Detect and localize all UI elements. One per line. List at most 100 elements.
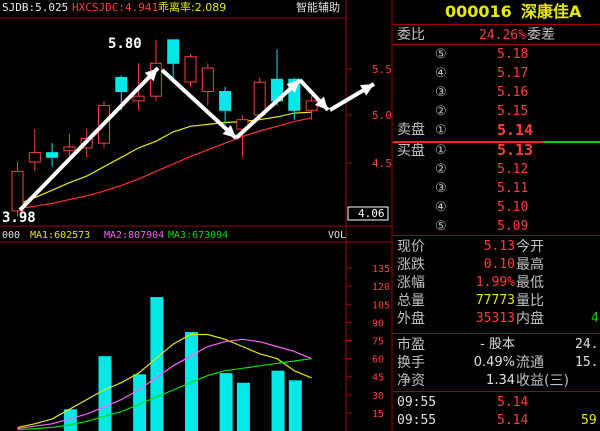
stat-label: 今开 xyxy=(516,239,544,255)
buy-label: 买盘 xyxy=(397,143,425,159)
stat-label: 量比 xyxy=(516,293,544,309)
stat-label: 最低 xyxy=(516,275,544,291)
stat-label: 涨幅 xyxy=(397,275,425,291)
stat-value: 4 xyxy=(591,311,599,326)
vol-tick-label: 135 xyxy=(372,264,390,275)
kline-chart[interactable]: SJDB:5.025 HXCSJDC:4.941 乖离率:2.089 智能辅助 … xyxy=(0,0,393,431)
sell-level: ① xyxy=(435,123,447,138)
stat-label: 最高 xyxy=(516,257,544,273)
candle-up xyxy=(28,152,41,163)
trend-arrows xyxy=(18,66,376,212)
stat-label: 涨跌 xyxy=(397,257,425,273)
price-tick: 5.0 xyxy=(372,109,392,122)
candle-up xyxy=(11,170,24,212)
volume-ma-lines xyxy=(17,333,312,431)
buy-price: 5.11 xyxy=(497,181,529,196)
volume-bar xyxy=(236,382,250,431)
candle-up xyxy=(132,95,145,102)
smart-assist-button[interactable]: 智能辅助 xyxy=(296,0,340,14)
stat-value: 35313 xyxy=(475,311,515,326)
buy-price: 5.09 xyxy=(497,219,529,234)
volume-bar xyxy=(288,380,302,431)
trend-arrow xyxy=(18,66,160,212)
stock-name: 深康佳A xyxy=(521,2,582,21)
vol-tick-label: 120 xyxy=(372,282,390,293)
ma-line xyxy=(17,333,312,428)
vol-title: VOL xyxy=(328,230,346,241)
ind-hxcsjdc: HXCSJDC:4.941 xyxy=(72,1,158,14)
vol-tick-label: 60 xyxy=(372,355,384,366)
vol-tick-label: 15 xyxy=(372,409,384,420)
tick-price: 5.14 xyxy=(497,413,529,428)
candle-up xyxy=(253,81,266,116)
buy-price: 5.10 xyxy=(497,200,529,215)
candle-down xyxy=(115,76,128,93)
ma-line xyxy=(17,117,312,210)
sell-level: ③ xyxy=(435,85,447,100)
candle-down xyxy=(167,39,180,64)
sell-price: 5.16 xyxy=(497,85,529,100)
volume-bar xyxy=(219,373,233,431)
tick-time: 09:55 xyxy=(397,395,437,410)
low-price-label: 3.98 xyxy=(2,210,36,226)
weicha-label: 委差 xyxy=(527,27,555,43)
buy-price: 5.12 xyxy=(497,162,529,177)
sell-price: 5.18 xyxy=(497,47,529,62)
candle-up xyxy=(305,100,318,111)
sell-label: 卖盘 xyxy=(397,122,425,138)
fund-value: 0.49% xyxy=(473,355,515,370)
ind-bias: 乖离率:2.089 xyxy=(158,0,226,14)
fund-value: 24. xyxy=(575,337,599,352)
stat-label: 外盘 xyxy=(397,311,425,327)
candle-up xyxy=(184,56,197,83)
high-price-label: 5.80 xyxy=(108,36,142,52)
price-tick: 5.5 xyxy=(372,63,392,76)
stat-value: 5.13 xyxy=(483,239,515,254)
volume-bars xyxy=(63,297,302,431)
fund-label: 流通 xyxy=(516,355,544,371)
ma-line xyxy=(17,358,312,431)
vol-tick-label: 30 xyxy=(372,391,384,402)
volume-axis: 135 120 105 90 75 60 45 30 15 xyxy=(346,264,390,420)
vol-tick-label: 90 xyxy=(372,318,384,329)
volume-bar xyxy=(150,297,164,431)
candle-down xyxy=(219,91,232,111)
fund-value: 15. xyxy=(575,355,599,370)
buy-level: ④ xyxy=(435,200,447,215)
stat-label: 内盘 xyxy=(516,311,544,327)
fund-value: - 股本 xyxy=(480,337,515,352)
price-tick: 4.5 xyxy=(372,157,392,170)
stat-label: 总量 xyxy=(397,293,425,309)
stock-code: 000016 xyxy=(445,2,512,21)
current-price-box-label: 4.06 xyxy=(358,207,385,220)
volume-bar xyxy=(271,370,285,431)
vol-ma2-label: MA2:807904 xyxy=(104,230,164,241)
sell-price: 5.15 xyxy=(497,104,529,119)
weibi-label: 委比 xyxy=(397,27,425,43)
volume-code: 000 xyxy=(2,230,20,241)
sell-level: ② xyxy=(435,104,447,119)
sell-level: ④ xyxy=(435,66,447,81)
buy-price: 5.13 xyxy=(497,141,534,159)
sell-price: 5.14 xyxy=(497,121,534,139)
candle-up xyxy=(201,67,214,92)
vol-ma1-label: MA1:602573 xyxy=(30,230,90,241)
fund-label: 市盈 xyxy=(397,337,425,353)
moving-average-lines xyxy=(17,111,312,210)
fund-label: 收益(三) xyxy=(516,373,569,389)
sell-level: ⑤ xyxy=(435,47,447,62)
sell-price: 5.17 xyxy=(497,66,529,81)
candle-down xyxy=(46,152,59,158)
ma-line xyxy=(17,111,312,205)
tick-volume: 59 xyxy=(581,413,597,428)
tick-price: 5.14 xyxy=(497,395,529,410)
fund-value: 1.34 xyxy=(486,373,515,388)
fund-label: 换手 xyxy=(397,355,425,371)
candle-up xyxy=(63,146,76,152)
quote-panel: 000016 深康佳A 委比 24.26% 委差 ⑤ 5.18 ④ 5.17 ③ 5.16… xyxy=(393,0,600,431)
vol-tick-label: 45 xyxy=(372,373,384,384)
stat-value: 77773 xyxy=(475,293,515,308)
buy-level: ⑤ xyxy=(435,219,447,234)
ma-line xyxy=(17,338,312,430)
weibi-value: 24.26% xyxy=(479,28,526,43)
